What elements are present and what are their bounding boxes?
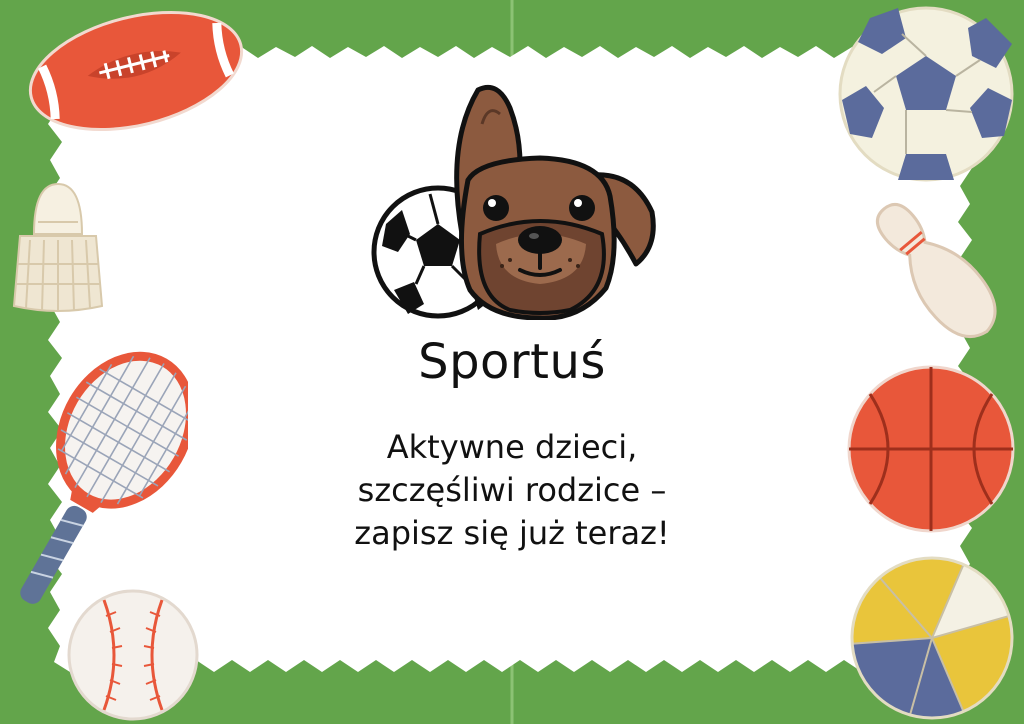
flyer-slogan: Aktywne dzieci, szczęśliwi rodzice – zap… [262, 426, 762, 555]
slogan-line: szczęśliwi rodzice – [357, 471, 667, 509]
dog-with-ball-logo [371, 84, 656, 320]
bowling-pin-icon [875, 202, 997, 338]
shuttlecock-icon [12, 182, 104, 312]
slogan-line: zapisz się już teraz! [354, 514, 670, 552]
american-football-icon [28, 10, 244, 132]
basketball-icon [847, 365, 1015, 533]
slogan-line: Aktywne dzieci, [386, 428, 638, 466]
logo-dog [454, 84, 656, 320]
volleyball-icon [850, 556, 1014, 720]
flyer-title: Sportuś [418, 334, 606, 390]
soccer-ball-icon [838, 6, 1014, 182]
flyer-card: Sportuś Aktywne dzieci, szczęśliwi rodzi… [0, 0, 1024, 724]
baseball-icon [67, 589, 199, 721]
tennis-racket-icon [20, 351, 188, 604]
